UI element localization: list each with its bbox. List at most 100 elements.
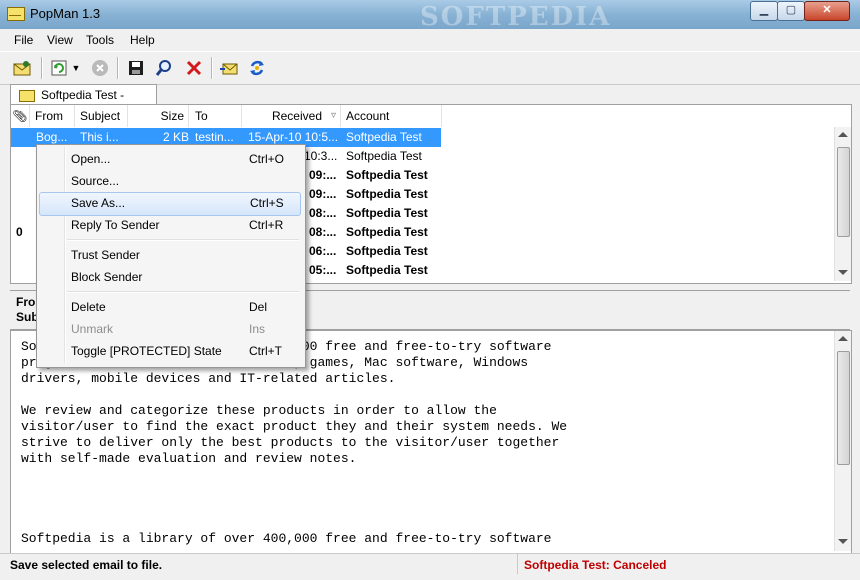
menu-item-label: Toggle [PROTECTED] State [71, 344, 222, 358]
scroll-down-arrow-icon[interactable] [838, 539, 848, 544]
sort-desc-icon: ▿ [330, 110, 336, 121]
refresh-icon[interactable] [49, 58, 69, 78]
cell-received: 09:... [309, 168, 337, 182]
menu-item-label: Trust Sender [71, 248, 140, 262]
header-from-label: Fro [16, 295, 36, 309]
message-body-scrollbar[interactable] [834, 331, 851, 551]
menu-item-label: Block Sender [71, 270, 143, 284]
cell-account: Softpedia Test [346, 263, 428, 277]
menu-item-label: Delete [71, 300, 106, 314]
window-title: PopMan 1.3 [30, 6, 101, 21]
cell-received: 08:... [309, 206, 337, 220]
cell-account: Softpedia Test [346, 168, 428, 182]
column-header-received-label: Received [271, 109, 322, 123]
body-line: Softpedia is a library of over 400,000 f… [21, 531, 552, 546]
status-account-state: Softpedia Test: Canceled [524, 558, 667, 572]
app-window: SOFTPEDIA PopMan 1.3 ▁ ▢ ✕ File View Too… [0, 0, 860, 580]
column-header-account[interactable]: Account [341, 105, 442, 127]
column-header-size[interactable]: Size [128, 105, 189, 127]
column-header-subject[interactable]: Subject [75, 105, 128, 127]
cell-received: 09:... [309, 187, 337, 201]
menu-item-label: Reply To Sender [71, 218, 160, 232]
status-message: Save selected email to file. [10, 558, 163, 572]
menu-item-open[interactable]: Open... Ctrl+O [39, 148, 301, 170]
cell-subject: This i... [80, 130, 119, 144]
check-mail-icon[interactable] [12, 58, 32, 78]
menu-item-source[interactable]: Source... [39, 170, 301, 192]
menu-item-label: Unmark [71, 322, 114, 336]
menu-file[interactable]: File [14, 33, 33, 47]
menu-item-label: Save As... [71, 196, 126, 210]
menu-item-toggle-protected[interactable]: Toggle [PROTECTED] State Ctrl+T [39, 340, 301, 362]
column-header-to[interactable]: To [189, 105, 242, 127]
save-icon[interactable] [126, 58, 146, 78]
tab-softpedia-test[interactable]: Softpedia Test - 11/13 [10, 84, 157, 116]
cell-account: Softpedia Test [346, 149, 422, 163]
menu-view[interactable]: View [47, 33, 73, 47]
scroll-thumb[interactable] [837, 351, 850, 465]
column-header-from[interactable]: From [30, 105, 75, 127]
attachment-icon: 0 [16, 225, 23, 239]
status-bar: Save selected email to file. Softpedia T… [0, 553, 860, 576]
app-envelope-icon [7, 7, 25, 21]
menu-bar: File View Tools Help [0, 30, 860, 50]
sync-icon[interactable] [247, 58, 267, 78]
message-body-text: Softpedia is a library of over 400,000 f… [21, 339, 826, 547]
body-line [21, 387, 826, 403]
menu-item-reply-to-sender[interactable]: Reply To Sender Ctrl+R [39, 214, 301, 236]
column-header-size-label: Size [160, 109, 184, 123]
menu-item-block-sender[interactable]: Block Sender [39, 266, 301, 288]
account-envelope-icon [19, 90, 35, 102]
column-header-received[interactable]: Received ▿ [242, 105, 341, 127]
find-icon[interactable] [154, 58, 174, 78]
column-header-account-label: Account [346, 109, 390, 123]
menu-tools[interactable]: Tools [86, 33, 114, 47]
delete-icon[interactable] [184, 58, 204, 78]
toolbar: ▼ [0, 51, 860, 85]
menu-item-shortcut: Ctrl+T [249, 344, 282, 358]
column-header-subject-label: Subject [80, 109, 121, 123]
scroll-down-arrow-icon[interactable] [838, 270, 848, 275]
body-line: We review and categorize these products … [21, 403, 497, 418]
title-watermark: SOFTPEDIA [420, 2, 612, 32]
body-line [21, 515, 826, 531]
menu-item-shortcut: Ctrl+S [250, 196, 284, 210]
menu-item-shortcut: Del [249, 300, 268, 314]
cell-received: 15-Apr-10 10:5... [248, 130, 339, 144]
cell-account: Softpedia Test [346, 225, 428, 239]
send-mail-icon[interactable] [219, 58, 239, 78]
title-bar[interactable]: SOFTPEDIA PopMan 1.3 ▁ ▢ ✕ [0, 0, 860, 32]
close-window-button[interactable]: ✕ [804, 1, 850, 21]
menu-help[interactable]: Help [130, 33, 155, 47]
body-line: with self-made evaluation and review not… [21, 451, 357, 466]
cell-received: 10:3... [304, 149, 338, 163]
cell-account: Softpedia Test [346, 206, 428, 220]
body-line: drivers, mobile devices and IT-related a… [21, 371, 396, 386]
scroll-thumb[interactable] [837, 147, 850, 237]
cell-received: 08:... [309, 225, 337, 239]
status-account-panel: Softpedia Test: Canceled [517, 554, 851, 574]
scroll-up-arrow-icon[interactable] [838, 336, 848, 341]
menu-item-label: Open... [71, 152, 111, 166]
cell-size: 2 KB [163, 130, 190, 144]
stop-icon [90, 58, 110, 78]
menu-item-save-as[interactable]: Save As... Ctrl+S [39, 192, 301, 216]
menu-item-trust-sender[interactable]: Trust Sender [39, 244, 301, 266]
message-list-scrollbar[interactable] [834, 127, 851, 281]
body-line: strive to deliver only the best products… [21, 435, 560, 450]
cell-account: Softpedia Test [346, 244, 428, 258]
body-line: visitor/user to find the exact product t… [21, 419, 568, 434]
refresh-dropdown-chevron-icon[interactable]: ▼ [70, 58, 82, 78]
cell-received: 06:... [309, 244, 337, 258]
scroll-up-arrow-icon[interactable] [838, 132, 848, 137]
menu-item-shortcut: Ins [249, 322, 266, 336]
minimize-button[interactable]: ▁ [750, 1, 778, 21]
cell-account: Softpedia Test [346, 130, 422, 144]
cell-received: 05:... [309, 263, 337, 277]
cell-account: Softpedia Test [346, 187, 428, 201]
body-line [21, 467, 826, 483]
menu-item-delete[interactable]: Delete Del [39, 296, 301, 318]
attachment-column-icon[interactable]: 📎︎ [11, 105, 30, 127]
menu-item-label: Source... [71, 174, 120, 188]
maximize-button[interactable]: ▢ [777, 1, 805, 21]
